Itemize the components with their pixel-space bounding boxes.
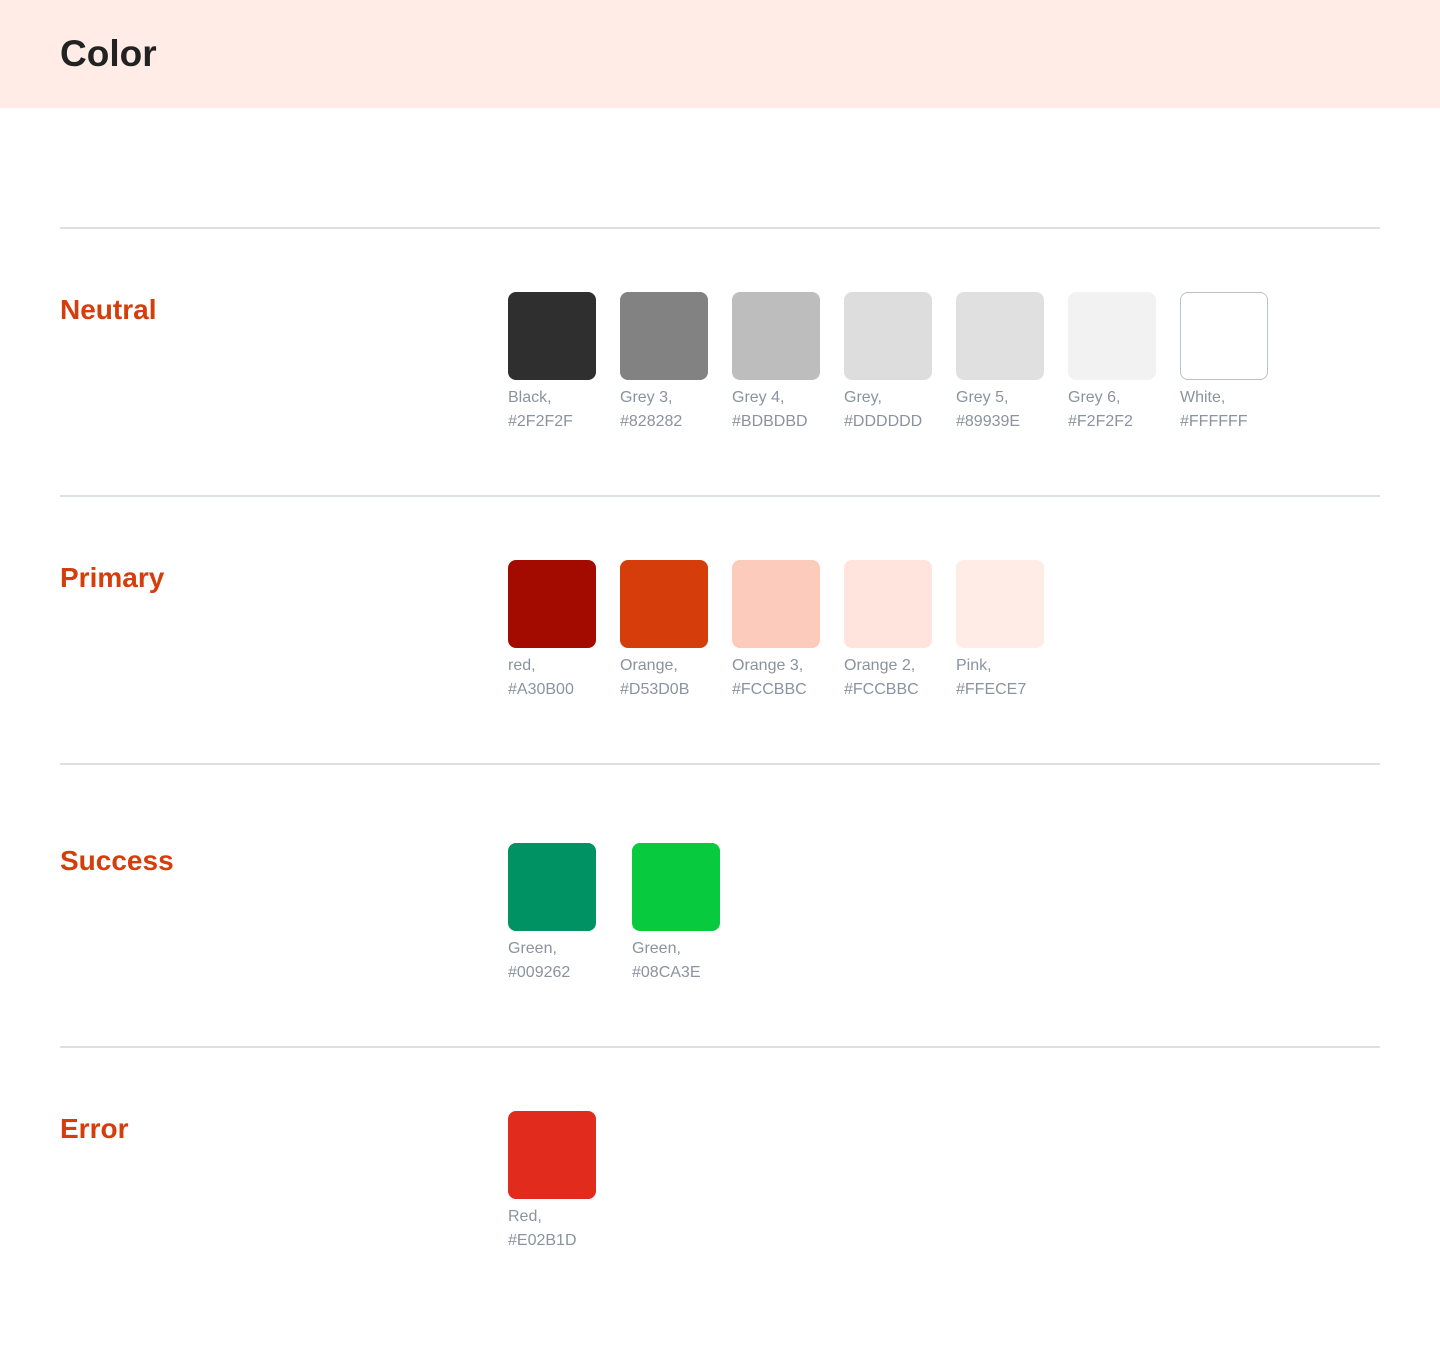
swatch-hex: #A30B00 <box>508 681 574 698</box>
swatch-name: Grey 3, <box>620 389 673 406</box>
swatch-green-bright[interactable]: Green, #08CA3E <box>632 843 736 985</box>
swatch-hex: #828282 <box>620 413 683 430</box>
swatch-white[interactable]: White, #FFFFFF <box>1180 292 1284 434</box>
section-divider <box>60 495 1380 497</box>
swatch-hex: #FFFFFF <box>1180 413 1248 430</box>
swatch-grey-5[interactable]: Grey 5, #89939E <box>956 292 1060 434</box>
swatch-name: Grey 5, <box>956 389 1009 406</box>
swatch-name: Black, <box>508 389 552 406</box>
swatch-hex: #E02B1D <box>508 1232 577 1249</box>
color-swatch <box>844 560 932 648</box>
swatch-grey-3[interactable]: Grey 3, #828282 <box>620 292 724 434</box>
color-swatch <box>508 843 596 931</box>
swatch-hex: #FFECE7 <box>956 681 1027 698</box>
swatch-name: Green, <box>508 940 557 957</box>
color-swatch <box>732 560 820 648</box>
page-title: Color <box>60 33 157 74</box>
section-title-neutral: Neutral <box>60 294 157 325</box>
color-swatch <box>508 560 596 648</box>
swatch-hex: #08CA3E <box>632 964 701 981</box>
swatch-name: Green, <box>632 940 681 957</box>
swatch-grey-6[interactable]: Grey 6, #F2F2F2 <box>1068 292 1172 434</box>
swatch-name: Orange, <box>620 657 678 674</box>
swatch-name: Grey, <box>844 389 882 406</box>
swatch-hex: #DDDDDD <box>844 413 923 430</box>
page-header: Color <box>0 0 1440 108</box>
swatch-hex: #2F2F2F <box>508 413 573 430</box>
color-swatch <box>508 1111 596 1199</box>
swatch-orange[interactable]: Orange, #D53D0B <box>620 560 724 702</box>
section-divider <box>60 227 1380 229</box>
swatch-name: Pink, <box>956 657 992 674</box>
section-title-success: Success <box>60 845 174 876</box>
swatch-name: Orange 3, <box>732 657 804 674</box>
color-swatch <box>620 292 708 380</box>
section-title-error: Error <box>60 1113 129 1144</box>
color-swatch <box>632 843 720 931</box>
swatch-name: Grey 4, <box>732 389 785 406</box>
swatch-black[interactable]: Black, #2F2F2F <box>508 292 612 434</box>
swatch-grey-4[interactable]: Grey 4, #BDBDBD <box>732 292 836 434</box>
swatch-orange-2[interactable]: Orange 2, #FCCBBC <box>844 560 948 702</box>
swatch-green-dark[interactable]: Green, #009262 <box>508 843 612 985</box>
swatch-name: White, <box>1180 389 1226 406</box>
swatch-name: Orange 2, <box>844 657 916 674</box>
section-title-primary: Primary <box>60 562 165 593</box>
color-swatch <box>620 560 708 648</box>
swatch-name: Red, <box>508 1208 542 1225</box>
swatch-name: Grey 6, <box>1068 389 1121 406</box>
swatch-hex: #BDBDBD <box>732 413 808 430</box>
section-divider <box>60 1046 1380 1048</box>
swatch-hex: #FCCBBC <box>844 681 919 698</box>
color-swatch <box>732 292 820 380</box>
swatch-hex: #89939E <box>956 413 1021 430</box>
swatch-hex: #009262 <box>508 964 571 981</box>
color-swatch <box>956 560 1044 648</box>
color-swatch <box>1180 292 1268 380</box>
swatch-hex: #F2F2F2 <box>1068 413 1133 430</box>
swatch-error-red[interactable]: Red, #E02B1D <box>508 1111 612 1253</box>
swatch-name: red, <box>508 657 536 674</box>
color-swatch <box>956 292 1044 380</box>
swatch-hex: #FCCBBC <box>732 681 807 698</box>
swatch-pink[interactable]: Pink, #FFECE7 <box>956 560 1060 702</box>
color-swatch <box>844 292 932 380</box>
section-divider <box>60 763 1380 765</box>
swatch-grey[interactable]: Grey, #DDDDDD <box>844 292 948 434</box>
swatch-hex: #D53D0B <box>620 681 690 698</box>
swatch-orange-3[interactable]: Orange 3, #FCCBBC <box>732 560 836 702</box>
swatch-red[interactable]: red, #A30B00 <box>508 560 612 702</box>
color-swatch <box>508 292 596 380</box>
color-swatch <box>1068 292 1156 380</box>
